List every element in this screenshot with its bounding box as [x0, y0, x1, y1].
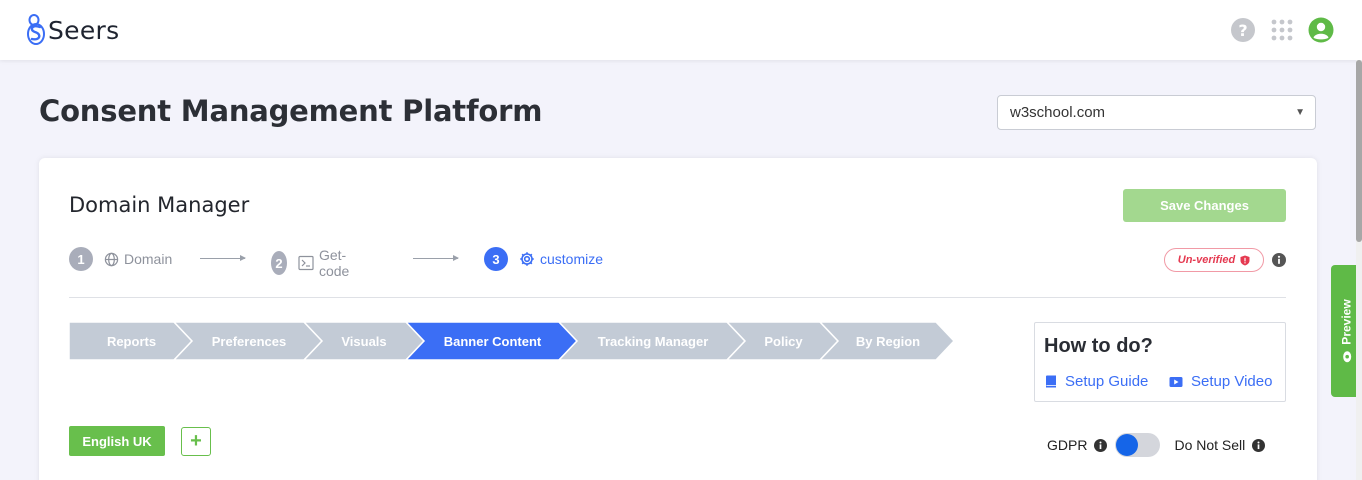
book-icon — [1046, 375, 1056, 388]
toggle-knob — [1116, 434, 1139, 456]
step-get-code[interactable]: 2 Get-code — [271, 247, 357, 279]
add-language-button[interactable]: + — [181, 427, 211, 456]
setup-video-link[interactable]: Setup Video — [1169, 373, 1272, 390]
setup-guide-label: Setup Guide — [1065, 373, 1149, 390]
gdpr-label: GDPR — [1047, 437, 1088, 453]
tab-preferences[interactable]: Preferences — [184, 322, 314, 360]
divider — [69, 297, 1286, 298]
settings-tabs: Reports Preferences Visuals Banner Conte… — [69, 322, 959, 360]
how-to-title: How to do? — [1044, 335, 1153, 357]
domain-manager-card: Domain Manager Save Changes 1 Domain 2 G… — [39, 158, 1317, 480]
shield-alert-icon — [1240, 255, 1250, 265]
gdpr-do-not-sell-toggle[interactable] — [1115, 433, 1161, 457]
brand-name: Seers — [48, 15, 120, 45]
step-number: 2 — [271, 251, 287, 275]
tab-reports[interactable]: Reports — [69, 322, 194, 360]
globe-icon — [104, 252, 119, 267]
help-icon[interactable]: ? — [1230, 17, 1256, 43]
tab-visuals[interactable]: Visuals — [314, 322, 414, 360]
seers-logo-icon — [27, 14, 45, 45]
tab-banner-content[interactable]: Banner Content — [416, 322, 569, 360]
privacy-toggle-row: GDPR Do Not Sell — [1047, 433, 1266, 457]
step-domain[interactable]: 1 Domain — [69, 247, 172, 271]
page-title: Consent Management Platform — [39, 94, 543, 128]
top-navbar: Seers ? — [0, 0, 1362, 60]
domain-select-value: w3school.com — [1010, 104, 1106, 121]
apps-grid-icon[interactable] — [1270, 18, 1294, 42]
step-arrow — [200, 255, 246, 261]
status-badge-label: Un-verified — [1177, 254, 1236, 266]
step-number: 3 — [484, 247, 508, 271]
unverified-status-badge: Un-verified — [1164, 248, 1264, 272]
step-customize[interactable]: 3 customize — [484, 247, 603, 271]
user-account-icon[interactable] — [1308, 17, 1334, 43]
preview-label: Preview — [1339, 299, 1354, 345]
step-number: 1 — [69, 247, 93, 271]
do-not-sell-info-icon[interactable] — [1252, 438, 1266, 452]
gear-icon — [519, 251, 535, 267]
setup-video-label: Setup Video — [1191, 373, 1273, 390]
language-english-uk-button[interactable]: English UK — [69, 426, 165, 456]
video-play-icon — [1169, 376, 1183, 387]
how-to-panel: How to do? Setup Guide Setup Video — [1034, 322, 1286, 402]
step-arrow — [413, 255, 459, 261]
tab-by-region[interactable]: By Region — [830, 322, 946, 360]
scrollbar-thumb[interactable] — [1356, 60, 1362, 242]
verification-info-icon[interactable] — [1272, 253, 1286, 267]
do-not-sell-label: Do Not Sell — [1174, 437, 1246, 453]
domain-select[interactable]: w3school.com ▼ — [997, 95, 1316, 130]
save-changes-button[interactable]: Save Changes — [1123, 189, 1286, 222]
gdpr-info-icon[interactable] — [1094, 438, 1108, 452]
tab-policy[interactable]: Policy — [737, 322, 830, 360]
svg-text:?: ? — [1238, 21, 1247, 40]
caret-down-icon: ▼ — [1295, 107, 1305, 118]
step-label: Get-code — [318, 247, 350, 279]
page-scrollbar[interactable] — [1356, 60, 1362, 480]
step-label: customize — [540, 251, 604, 267]
step-label: Domain — [124, 251, 173, 267]
seers-logo[interactable]: Seers — [26, 14, 119, 46]
tab-tracking-manager[interactable]: Tracking Manager — [569, 322, 737, 360]
terminal-icon — [298, 255, 314, 271]
card-title: Domain Manager — [69, 193, 250, 217]
setup-guide-link[interactable]: Setup Guide — [1045, 373, 1148, 390]
eye-icon — [1342, 351, 1351, 363]
